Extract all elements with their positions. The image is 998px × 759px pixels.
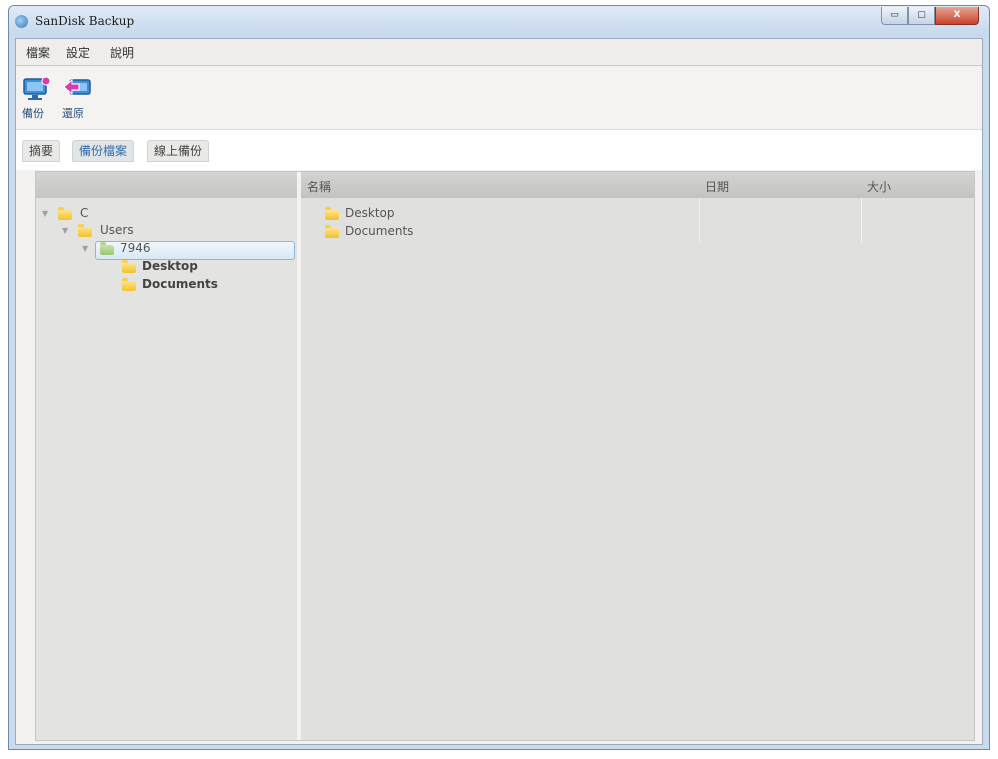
monitor-icon xyxy=(23,76,51,100)
folder-icon xyxy=(122,278,136,291)
menu-settings[interactable]: 設定 xyxy=(66,44,90,61)
restore-button[interactable]: 還原 xyxy=(62,76,94,121)
menu-bar: 檔案 設定 說明 xyxy=(16,39,982,66)
tab-online-backup[interactable]: 線上備份 xyxy=(147,140,210,162)
minimize-button[interactable]: ▭ xyxy=(881,7,908,25)
list-item-name: Desktop xyxy=(345,206,395,220)
app-window: SanDisk Backup ▭ ▢ X 檔案 設定 說明 備份 還原 摘要 備… xyxy=(8,5,990,750)
folder-icon xyxy=(325,225,339,238)
client-area: 檔案 設定 說明 備份 還原 摘要 備份檔案 線上備份 ▼ C ▼ Users … xyxy=(15,38,983,745)
column-size[interactable]: 大小 xyxy=(867,178,891,195)
close-button[interactable]: X xyxy=(935,7,979,25)
file-list[interactable]: 名稱 日期 大小 Desktop Documents xyxy=(301,172,974,740)
folder-icon xyxy=(78,224,92,237)
maximize-button[interactable]: ▢ xyxy=(908,7,935,25)
backup-button[interactable]: 備份 xyxy=(22,76,54,121)
folder-icon xyxy=(325,207,339,220)
tree-node-label: Documents xyxy=(142,277,218,291)
tab-backup-files[interactable]: 備份檔案 xyxy=(72,140,135,162)
user-folder-icon xyxy=(100,242,114,255)
column-divider xyxy=(861,198,862,242)
tree-node-label: Desktop xyxy=(142,259,198,273)
sandisk-app-icon xyxy=(15,15,28,28)
menu-file[interactable]: 檔案 xyxy=(26,44,50,61)
tab-summary[interactable]: 摘要 xyxy=(22,140,61,162)
tree-node-label: C xyxy=(80,206,89,220)
column-name[interactable]: 名稱 xyxy=(307,178,331,195)
expand-triangle-icon[interactable]: ▼ xyxy=(42,209,48,218)
list-header: 名稱 日期 大小 xyxy=(301,172,974,198)
tree-node-label: Users xyxy=(100,223,134,237)
restore-arrow-icon xyxy=(63,78,91,96)
restore-label: 還原 xyxy=(62,107,84,120)
title-bar[interactable]: SanDisk Backup ▭ ▢ X xyxy=(9,6,989,37)
toolbar: 備份 還原 xyxy=(16,66,982,130)
menu-help[interactable]: 說明 xyxy=(110,44,134,61)
folder-tree[interactable]: ▼ C ▼ Users ▼ 7946 Desktop Documents xyxy=(36,172,297,740)
tree-header xyxy=(36,172,297,198)
window-controls: ▭ ▢ X xyxy=(881,7,979,25)
tab-bar: 摘要 備份檔案 線上備份 xyxy=(16,130,982,170)
window-title: SanDisk Backup xyxy=(35,14,135,28)
folder-icon xyxy=(122,260,136,273)
backup-label: 備份 xyxy=(22,107,44,120)
column-divider xyxy=(699,198,700,242)
list-item-name: Documents xyxy=(345,224,414,238)
content-panel: ▼ C ▼ Users ▼ 7946 Desktop Documents 名稱 … xyxy=(35,171,975,741)
expand-triangle-icon[interactable]: ▼ xyxy=(62,226,68,235)
expand-triangle-icon[interactable]: ▼ xyxy=(82,244,88,253)
folder-icon xyxy=(58,207,72,220)
tree-node-label: 7946 xyxy=(120,241,151,255)
column-date[interactable]: 日期 xyxy=(705,178,729,195)
